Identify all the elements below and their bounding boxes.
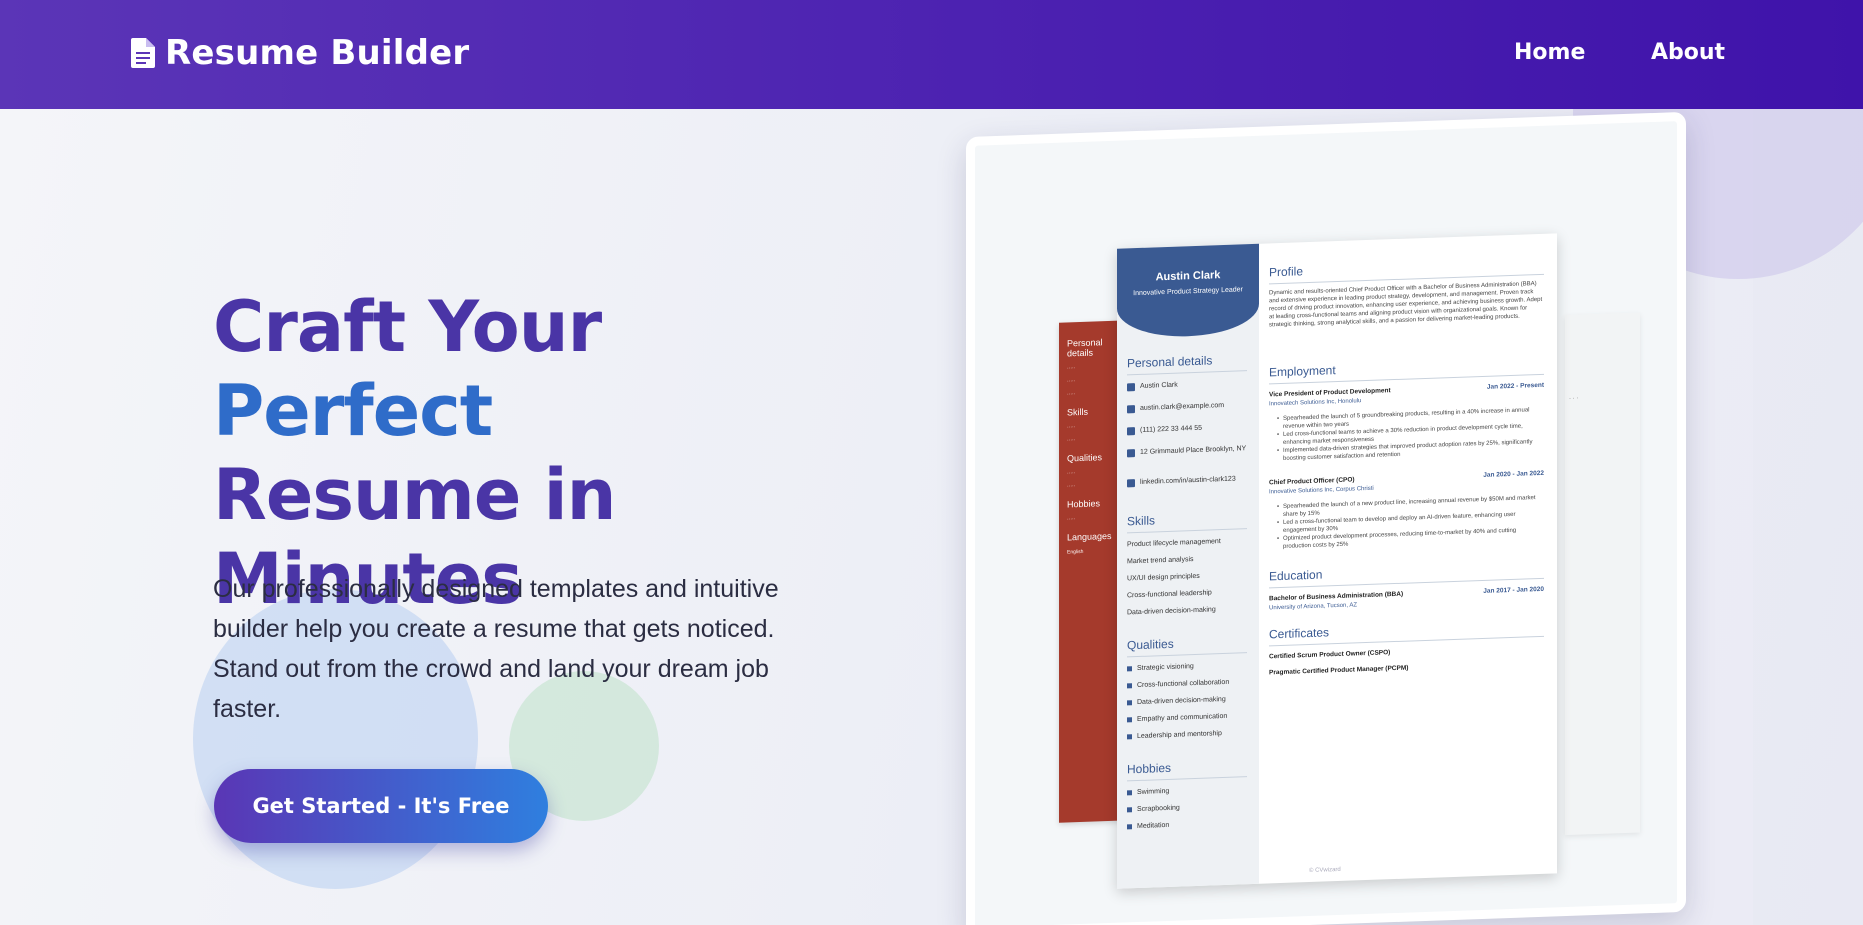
bullet-square: [1127, 790, 1132, 796]
resume-sidebar: Austin Clark Innovative Product Strategy…: [1117, 243, 1259, 889]
brand-logo[interactable]: Resume Builder: [131, 33, 469, 73]
resume-body: Profile Dynamic and results-oriented Chi…: [1269, 234, 1549, 884]
quality-text: Leadership and mentorship: [1137, 730, 1222, 741]
quality-item: Data-driven decision-making: [1127, 694, 1252, 708]
phone-icon: [1127, 427, 1135, 436]
personal-address: 12 Grimmauld Place Brooklyn, NY: [1127, 444, 1252, 458]
job-title: Vice President of Product Development: [1269, 387, 1391, 399]
job-bullets: Spearheaded the launch of a new product …: [1277, 494, 1542, 551]
job-header: Vice President of Product Development Jan…: [1269, 382, 1544, 399]
personal-value: austin.clark@example.com: [1140, 401, 1225, 412]
job-header: Chief Product Officer (CPO) Jan 2020 - Ja…: [1269, 470, 1544, 487]
hobby-text: Scrapbooking: [1137, 804, 1180, 814]
profile-text: Dynamic and results-oriented Chief Produ…: [1269, 281, 1543, 329]
employment-title: Employment: [1269, 355, 1544, 385]
quality-text: Empathy and communication: [1137, 712, 1228, 724]
blurred-text: · · ·: [1569, 395, 1579, 402]
job-date: Jan 2022 - Present: [1486, 381, 1544, 391]
hobby-item: Meditation: [1127, 818, 1252, 832]
watermark: © CVwizard: [1309, 866, 1341, 875]
bullet-square: [1127, 666, 1132, 672]
personal-details-title: Personal details: [1127, 352, 1247, 376]
quality-text: Data-driven decision-making: [1137, 695, 1226, 707]
quality-item: Cross-functional collaboration: [1127, 677, 1252, 691]
get-started-button[interactable]: Get Started - It's Free: [214, 769, 548, 843]
personal-linkedin: linkedin.com/in/austin-clark123: [1127, 474, 1252, 488]
skill-item: Cross-functional leadership: [1127, 589, 1212, 600]
resume-header: Austin Clark Innovative Product Strategy…: [1117, 243, 1259, 339]
bullet-square: [1127, 807, 1132, 813]
job-company: Innovative Solutions Inc, Corpus Christi: [1269, 485, 1374, 496]
bullet-square: [1127, 734, 1132, 740]
skill-item: Product lifecycle management: [1127, 538, 1221, 549]
hobby-item: Swimming: [1127, 784, 1252, 798]
quality-item: Leadership and mentorship: [1127, 728, 1252, 742]
linkedin-icon: [1127, 479, 1135, 488]
personal-value: Austin Clark: [1140, 381, 1178, 390]
personal-value: 12 Grimmauld Place Brooklyn, NY: [1140, 445, 1247, 456]
headline-part: Craft Your: [213, 286, 602, 368]
education-title: Education: [1269, 559, 1544, 589]
personal-value: (111) 222 33 444 55: [1140, 424, 1203, 434]
skills-title: Skills: [1127, 510, 1247, 534]
bullet-square: [1127, 700, 1132, 706]
education-date: Jan 2017 - Jan 2020: [1483, 585, 1544, 595]
quality-text: Cross-functional collaboration: [1137, 678, 1230, 690]
profile-title: Profile: [1269, 255, 1544, 285]
nav-about-link[interactable]: About: [1651, 40, 1725, 65]
certificate-item: Pragmatic Certified Product Manager (PCP…: [1269, 664, 1409, 677]
bullet-square: [1127, 824, 1132, 830]
job-bullets: Spearheaded the launch of 5 groundbreaki…: [1277, 406, 1542, 463]
education-school: University of Arizona, Tucson, AZ: [1269, 602, 1358, 612]
personal-phone: (111) 222 33 444 55: [1127, 422, 1252, 436]
mail-icon: [1127, 405, 1135, 414]
certificate-item: Certified Scrum Product Owner (CSPO): [1269, 649, 1391, 661]
navbar: Resume Builder Home About: [0, 0, 1863, 109]
job-date: Jan 2020 - Jan 2022: [1483, 469, 1544, 479]
job-company: Innovatech Solutions Inc, Honolulu: [1269, 398, 1362, 408]
qualities-title: Qualities: [1127, 634, 1247, 658]
headline-part: Resume in: [213, 454, 616, 536]
bullet-square: [1127, 717, 1132, 723]
personal-value: linkedin.com/in/austin-clark123: [1140, 475, 1236, 486]
hero-subtext: Our professionally designed templates an…: [213, 575, 779, 723]
certificates-title: Certificates: [1269, 617, 1544, 647]
personal-name: Austin Clark: [1127, 378, 1252, 392]
education-header: Bachelor of Business Administration (BBA…: [1269, 586, 1544, 603]
skill-item: UX/UI design principles: [1127, 572, 1200, 583]
quality-item: Strategic visioning: [1127, 660, 1252, 674]
skill-item: Data-driven decision-making: [1127, 606, 1216, 617]
nav-home-link[interactable]: Home: [1514, 40, 1585, 65]
personal-email: austin.clark@example.com: [1127, 400, 1252, 414]
quality-text: Strategic visioning: [1137, 663, 1194, 673]
background-resume-right: · · ·: [1565, 312, 1640, 836]
education-degree: Bachelor of Business Administration (BBA…: [1269, 590, 1404, 603]
resume-document: Austin Clark Innovative Product Strategy…: [1117, 233, 1557, 889]
hobby-text: Meditation: [1137, 821, 1170, 831]
skill-item: Market trend analysis: [1127, 556, 1194, 566]
headline-highlight: Perfect: [213, 370, 493, 452]
hobbies-title: Hobbies: [1127, 758, 1247, 782]
resume-preview-card: · · · Personal details ····· ····· ·····…: [966, 111, 1686, 925]
home-icon: [1127, 449, 1135, 458]
hobby-item: Scrapbooking: [1127, 801, 1252, 815]
quality-item: Empathy and communication: [1127, 711, 1252, 725]
resume-name: Austin Clark: [1155, 269, 1221, 284]
hero-section: Craft Your Perfect Resume in Minutes Our…: [0, 109, 1863, 925]
document-icon: [131, 38, 155, 68]
bullet-square: [1127, 683, 1132, 689]
hobby-text: Swimming: [1137, 787, 1170, 797]
brand-name: Resume Builder: [165, 33, 470, 73]
job-title: Chief Product Officer (CPO): [1269, 476, 1355, 487]
user-icon: [1127, 383, 1135, 392]
resume-tagline: Innovative Product Strategy Leader: [1133, 286, 1243, 298]
